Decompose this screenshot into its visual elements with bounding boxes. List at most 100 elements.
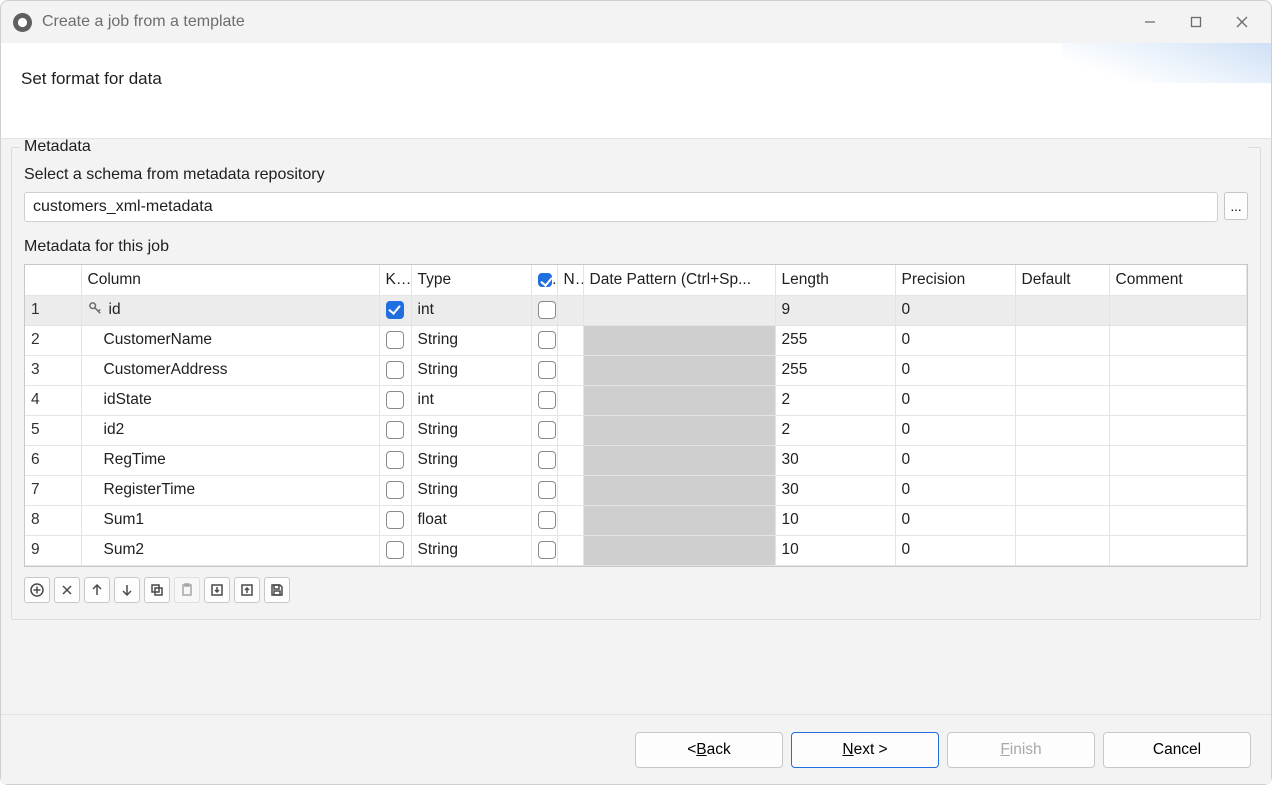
next-button[interactable]: Next > [791, 732, 939, 768]
save-button[interactable] [264, 577, 290, 603]
cell-n-check[interactable] [531, 475, 557, 505]
cell-n-check[interactable] [531, 445, 557, 475]
cell-type[interactable]: int [411, 295, 531, 325]
cell-type[interactable]: String [411, 475, 531, 505]
metadata-table[interactable]: Column K... Type N. Date Pattern (Ctrl+S… [24, 264, 1248, 567]
cell-date-pattern[interactable] [583, 535, 775, 565]
nullable-checkbox[interactable] [538, 331, 556, 349]
cell-length[interactable]: 30 [775, 445, 895, 475]
cell-n[interactable] [557, 355, 583, 385]
th-n[interactable]: N. [557, 265, 583, 295]
cell-default[interactable] [1015, 385, 1109, 415]
cell-precision[interactable]: 0 [895, 385, 1015, 415]
cell-n-check[interactable] [531, 325, 557, 355]
cell-default[interactable] [1015, 475, 1109, 505]
move-up-button[interactable] [84, 577, 110, 603]
cell-length[interactable]: 2 [775, 415, 895, 445]
cell-n[interactable] [557, 385, 583, 415]
cell-n[interactable] [557, 415, 583, 445]
key-checkbox[interactable] [386, 331, 404, 349]
cell-type[interactable]: int [411, 385, 531, 415]
cell-length[interactable]: 30 [775, 475, 895, 505]
cell-length[interactable]: 10 [775, 535, 895, 565]
cell-column-name[interactable]: id2 [81, 415, 379, 445]
cell-column-name[interactable]: RegisterTime [81, 475, 379, 505]
cell-column-name[interactable]: CustomerAddress [81, 355, 379, 385]
cell-comment[interactable] [1109, 475, 1247, 505]
cell-precision[interactable]: 0 [895, 505, 1015, 535]
cell-date-pattern[interactable] [583, 355, 775, 385]
cell-type[interactable]: String [411, 415, 531, 445]
cell-n-check[interactable] [531, 295, 557, 325]
key-checkbox[interactable] [386, 421, 404, 439]
cell-precision[interactable]: 0 [895, 325, 1015, 355]
cell-default[interactable] [1015, 445, 1109, 475]
key-checkbox[interactable] [386, 361, 404, 379]
table-row[interactable]: 3CustomerAddressString2550 [25, 355, 1247, 385]
key-checkbox[interactable] [386, 511, 404, 529]
cell-rownum[interactable]: 8 [25, 505, 81, 535]
nullable-checkbox[interactable] [538, 361, 556, 379]
cell-date-pattern[interactable] [583, 505, 775, 535]
cell-type[interactable]: String [411, 535, 531, 565]
cell-length[interactable]: 2 [775, 385, 895, 415]
cell-comment[interactable] [1109, 445, 1247, 475]
cell-type[interactable]: String [411, 325, 531, 355]
nullable-checkbox[interactable] [538, 421, 556, 439]
th-date-pattern[interactable]: Date Pattern (Ctrl+Sp... [583, 265, 775, 295]
cell-comment[interactable] [1109, 385, 1247, 415]
cell-length[interactable]: 255 [775, 355, 895, 385]
nullable-checkbox[interactable] [538, 511, 556, 529]
cell-key[interactable] [379, 355, 411, 385]
cell-n-check[interactable] [531, 505, 557, 535]
remove-row-button[interactable] [54, 577, 80, 603]
cell-rownum[interactable]: 4 [25, 385, 81, 415]
back-button[interactable]: < Back [635, 732, 783, 768]
cell-precision[interactable]: 0 [895, 535, 1015, 565]
cell-date-pattern[interactable] [583, 475, 775, 505]
cell-length[interactable]: 10 [775, 505, 895, 535]
cell-default[interactable] [1015, 325, 1109, 355]
cell-length[interactable]: 9 [775, 295, 895, 325]
cell-n-check[interactable] [531, 415, 557, 445]
cell-key[interactable] [379, 505, 411, 535]
table-row[interactable]: 8Sum1float100 [25, 505, 1247, 535]
cell-n[interactable] [557, 445, 583, 475]
cell-type[interactable]: String [411, 355, 531, 385]
cell-rownum[interactable]: 7 [25, 475, 81, 505]
cell-n-check[interactable] [531, 535, 557, 565]
th-length[interactable]: Length [775, 265, 895, 295]
minimize-button[interactable] [1127, 6, 1173, 38]
table-row[interactable]: 9Sum2String100 [25, 535, 1247, 565]
cell-rownum[interactable]: 1 [25, 295, 81, 325]
cell-type[interactable]: String [411, 445, 531, 475]
cell-n-check[interactable] [531, 355, 557, 385]
cell-n[interactable] [557, 295, 583, 325]
key-checkbox[interactable] [386, 541, 404, 559]
cell-n[interactable] [557, 535, 583, 565]
cell-key[interactable] [379, 295, 411, 325]
nullable-checkbox[interactable] [538, 391, 556, 409]
cell-key[interactable] [379, 445, 411, 475]
key-checkbox[interactable] [386, 481, 404, 499]
nullable-checkbox[interactable] [538, 541, 556, 559]
cell-column-name[interactable]: idState [81, 385, 379, 415]
nullable-checkbox[interactable] [538, 301, 556, 319]
cell-default[interactable] [1015, 505, 1109, 535]
cell-column-name[interactable]: RegTime [81, 445, 379, 475]
cell-n[interactable] [557, 325, 583, 355]
maximize-button[interactable] [1173, 6, 1219, 38]
th-ncheck[interactable] [531, 265, 557, 295]
cell-column-name[interactable]: CustomerName [81, 325, 379, 355]
cell-comment[interactable] [1109, 535, 1247, 565]
cell-precision[interactable]: 0 [895, 295, 1015, 325]
cell-precision[interactable]: 0 [895, 445, 1015, 475]
cell-column-name[interactable]: id [81, 295, 379, 325]
cancel-button[interactable]: Cancel [1103, 732, 1251, 768]
table-row[interactable]: 4idState int 20 [25, 385, 1247, 415]
add-row-button[interactable] [24, 577, 50, 603]
schema-input[interactable] [24, 192, 1218, 222]
close-button[interactable] [1219, 6, 1265, 38]
browse-schema-button[interactable]: ... [1224, 192, 1248, 220]
cell-comment[interactable] [1109, 295, 1247, 325]
